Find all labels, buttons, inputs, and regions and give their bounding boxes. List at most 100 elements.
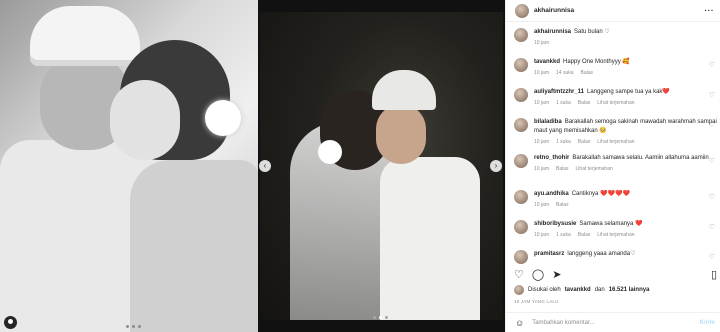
comment-time[interactable]: 10 jam bbox=[534, 231, 549, 240]
comment-text: Barakallah samawa selalu. Aamiin allahum… bbox=[572, 155, 709, 161]
carousel-dot bbox=[126, 325, 129, 328]
comment-row: ayu.andhika Cantiknya ❤️❤️❤️❤️ 10 jam Bal… bbox=[514, 190, 717, 210]
avatar[interactable] bbox=[514, 220, 528, 234]
comment-username[interactable]: bilaladiba bbox=[534, 119, 562, 125]
heart-icon[interactable]: ♡ bbox=[709, 193, 715, 201]
liked-by-count[interactable]: 16.521 lainnya bbox=[609, 287, 650, 293]
translate-button[interactable]: Lihat terjemahan bbox=[576, 165, 613, 174]
send-button[interactable]: Kirim bbox=[700, 320, 715, 326]
translate-button[interactable]: Lihat terjemahan bbox=[597, 99, 634, 108]
reply-button[interactable]: Balas bbox=[578, 231, 591, 240]
comment-username[interactable]: akhairunnisa bbox=[534, 29, 571, 35]
comment-text: Langgeng sampe tua ya kak❤️ bbox=[587, 89, 670, 95]
comment-likes[interactable]: 1 suka bbox=[556, 138, 571, 147]
author-username[interactable]: akhairunnisa bbox=[534, 7, 574, 14]
comment-time[interactable]: 10 jam bbox=[534, 99, 549, 108]
avatar[interactable] bbox=[514, 285, 524, 295]
comment-row: tavankkd Happy One Monthyyy 🥰 10 jam 14 s… bbox=[514, 58, 717, 78]
carousel-dot-active bbox=[379, 316, 382, 319]
groom-head bbox=[376, 104, 426, 164]
avatar[interactable] bbox=[514, 88, 528, 102]
hair-flower bbox=[205, 100, 241, 136]
post-header: akhairunnisa ··· bbox=[506, 0, 720, 22]
user-tag-icon[interactable] bbox=[4, 316, 17, 329]
caption-text: Satu bulan ♡ bbox=[574, 29, 610, 35]
avatar[interactable] bbox=[514, 250, 528, 264]
heart-icon[interactable]: ♡ bbox=[709, 157, 715, 165]
more-icon[interactable]: ··· bbox=[705, 6, 715, 15]
comment-text: Samawa selamanya ❤️ bbox=[579, 221, 643, 227]
avatar[interactable] bbox=[514, 190, 528, 204]
groom-figure bbox=[380, 157, 480, 320]
comment-likes[interactable]: 1 suka bbox=[556, 231, 571, 240]
comment-username[interactable]: auliyaftmtzzhr_11 bbox=[534, 89, 584, 95]
comment-time[interactable]: 10 jam bbox=[534, 39, 549, 48]
comment-time[interactable]: 10 jam bbox=[534, 69, 549, 78]
bride-figure bbox=[130, 160, 258, 332]
reply-button[interactable]: Balas bbox=[578, 99, 591, 108]
liked-by-middle: dan bbox=[594, 287, 605, 293]
comment-row: auliyaftmtzzhr_11 Langgeng sampe tua ya k… bbox=[514, 88, 717, 108]
avatar[interactable] bbox=[514, 154, 528, 168]
comment-input[interactable]: Tambahkan komentar... bbox=[532, 320, 594, 326]
carousel-dot bbox=[138, 325, 141, 328]
post-time[interactable]: 10 JAM YANG LALU bbox=[514, 299, 559, 304]
action-bar: ♡ ◯ ➤ ▯ bbox=[514, 266, 717, 282]
liked-by-prefix: Disukai oleh bbox=[528, 287, 561, 293]
carousel-dots-left bbox=[126, 325, 141, 328]
comment-text: Happy One Monthyyy 🥰 bbox=[563, 59, 630, 65]
comment-text: Cantiknya ❤️❤️❤️❤️ bbox=[571, 191, 630, 197]
previous-photo bbox=[0, 0, 258, 332]
post-panel: akhairunnisa ··· akhairunnisa Satu bulan … bbox=[505, 0, 720, 332]
heart-icon[interactable]: ♡ bbox=[709, 91, 715, 99]
heart-icon[interactable]: ♡ bbox=[514, 268, 524, 281]
comment-likes[interactable]: 1 suka bbox=[556, 99, 571, 108]
heart-icon[interactable]: ♡ bbox=[709, 121, 715, 129]
liked-by: Disukai oleh tavankkd dan 16.521 lainnya bbox=[514, 285, 649, 295]
avatar[interactable] bbox=[514, 28, 528, 42]
liked-by-user[interactable]: tavankkd bbox=[565, 287, 591, 293]
comment-time[interactable]: 10 jam bbox=[534, 138, 549, 147]
comment-row: pramitasrz langgeng yaaa amanda♡ ♡ bbox=[514, 250, 717, 264]
heart-icon[interactable]: ♡ bbox=[709, 223, 715, 231]
comment-username[interactable]: retno_thohir bbox=[534, 155, 569, 161]
bride-face bbox=[110, 80, 180, 160]
translate-button[interactable]: Lihat terjemahan bbox=[597, 231, 634, 240]
translate-button[interactable]: Lihat terjemahan bbox=[597, 138, 634, 147]
comment-time[interactable]: 10 jam bbox=[534, 201, 549, 210]
carousel-dot bbox=[385, 316, 388, 319]
comment-username[interactable]: tavankkd bbox=[534, 59, 560, 65]
reply-button[interactable]: Balas bbox=[578, 138, 591, 147]
comment-likes[interactable]: 14 suka bbox=[556, 69, 574, 78]
carousel-dots bbox=[373, 316, 388, 319]
main-photo bbox=[258, 0, 505, 332]
reply-button[interactable]: Balas bbox=[556, 165, 569, 174]
share-icon[interactable]: ➤ bbox=[552, 268, 561, 281]
reply-button[interactable]: Balas bbox=[581, 69, 594, 78]
comment-icon[interactable]: ◯ bbox=[532, 268, 544, 281]
comment-row: bilaladiba Barakallah semoga sakinah mawa… bbox=[514, 118, 717, 147]
chevron-right-icon[interactable]: › bbox=[490, 160, 502, 172]
bookmark-icon[interactable]: ▯ bbox=[711, 268, 717, 281]
avatar[interactable] bbox=[514, 58, 528, 72]
groom-cap bbox=[372, 70, 436, 110]
avatar[interactable] bbox=[515, 3, 529, 18]
comment-time[interactable]: 10 jam bbox=[534, 165, 549, 174]
reply-button[interactable]: Balas bbox=[556, 201, 569, 210]
comment-row: shiboribysusie Samawa selamanya ❤️ 10 jam… bbox=[514, 220, 717, 240]
comment-list: akhairunnisa Satu bulan ♡ 10 jam tavankkd… bbox=[506, 24, 720, 264]
chevron-left-icon[interactable]: ‹ bbox=[259, 160, 271, 172]
carousel-dot bbox=[132, 325, 135, 328]
carousel-dot bbox=[373, 316, 376, 319]
photo-frame bbox=[260, 12, 503, 320]
heart-icon[interactable]: ♡ bbox=[709, 61, 715, 69]
avatar[interactable] bbox=[514, 118, 528, 132]
groom-cap bbox=[30, 6, 140, 66]
heart-icon[interactable]: ♡ bbox=[709, 253, 715, 261]
add-comment-bar: ☺ Tambahkan komentar... Kirim bbox=[506, 312, 720, 332]
emoji-icon[interactable]: ☺ bbox=[515, 318, 524, 328]
comment-username[interactable]: ayu.andhika bbox=[534, 191, 569, 197]
caption-row: akhairunnisa Satu bulan ♡ 10 jam bbox=[514, 28, 717, 48]
comment-username[interactable]: pramitasrz bbox=[534, 251, 564, 257]
comment-username[interactable]: shiboribysusie bbox=[534, 221, 576, 227]
